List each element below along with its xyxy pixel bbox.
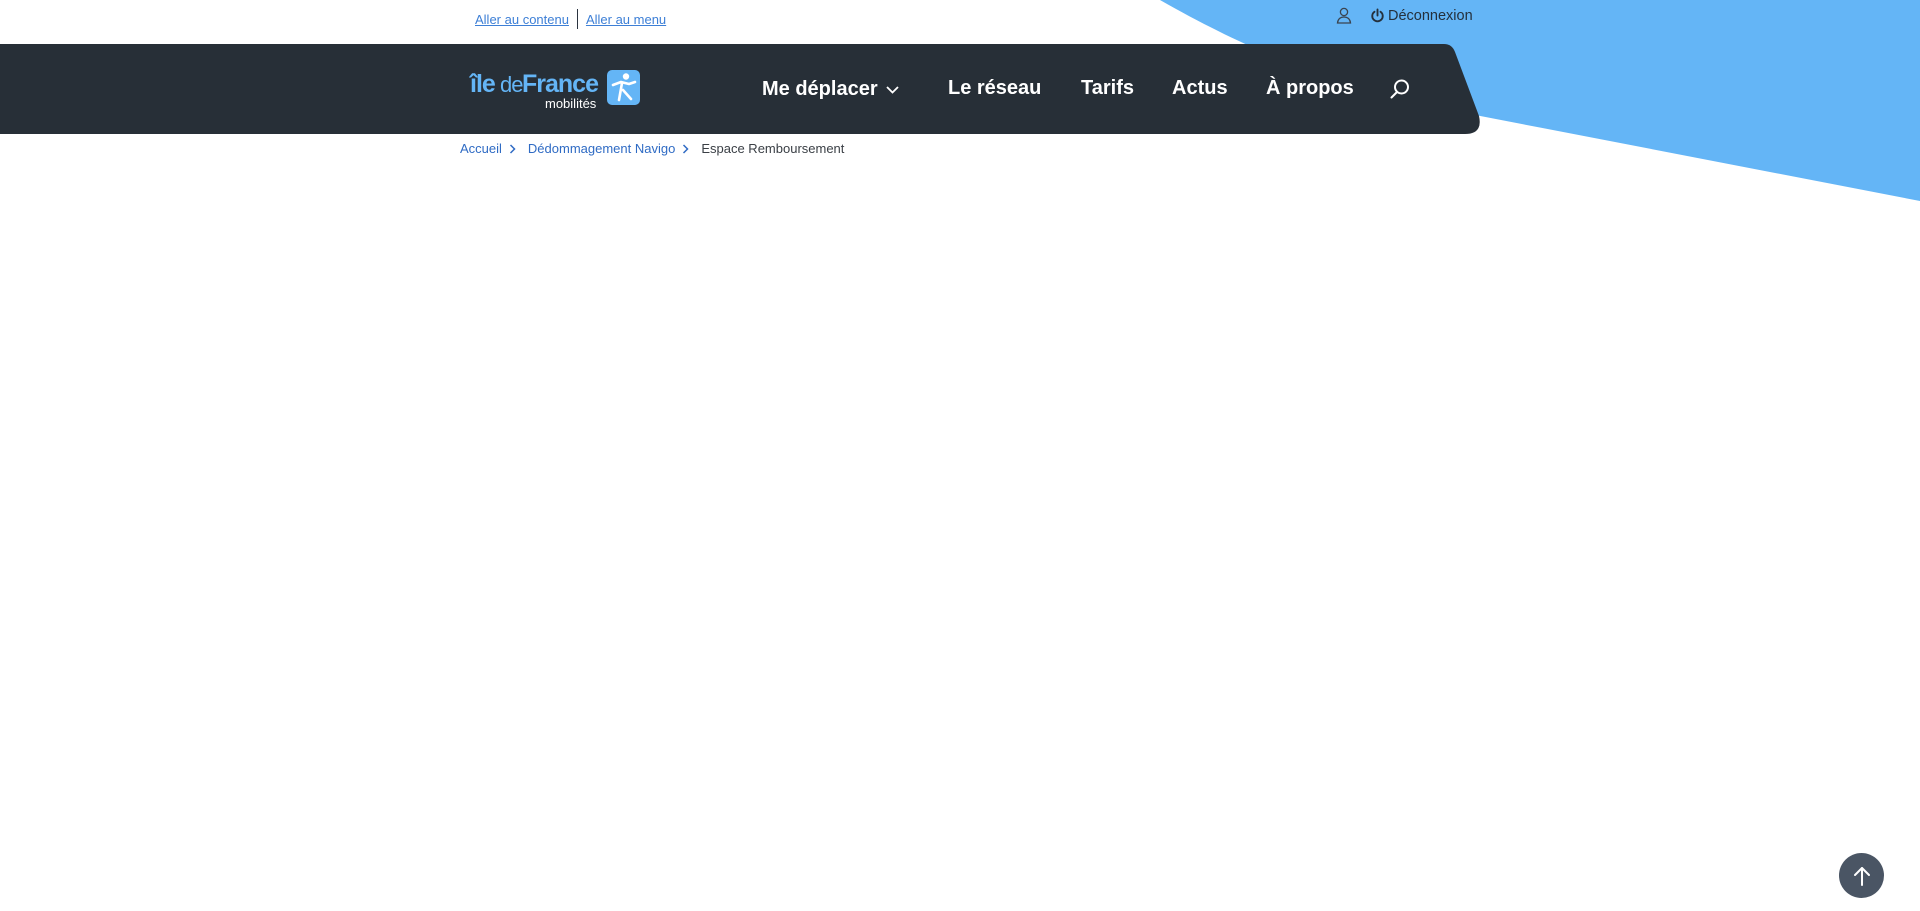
- idf-mobilites-logo[interactable]: île de France mobilités: [470, 70, 642, 112]
- chevron-down-icon: [885, 85, 899, 94]
- skip-links: Aller au contenu Aller au menu: [475, 9, 666, 29]
- search-button[interactable]: [1389, 78, 1411, 105]
- nav-item-label: Le réseau: [948, 77, 1042, 99]
- search-icon: [1390, 79, 1409, 99]
- breadcrumb-link-accueil[interactable]: Accueil: [460, 141, 502, 156]
- breadcrumb: Accueil Dédommagement Navigo Espace Remb…: [460, 141, 844, 156]
- nav-item-label: Actus: [1172, 77, 1228, 99]
- account-area: Déconnexion: [1336, 7, 1473, 24]
- chevron-right-icon: [509, 143, 516, 154]
- user-icon[interactable]: [1336, 7, 1352, 24]
- logo-text-mobilites: mobilités: [545, 96, 597, 111]
- scroll-to-top-button[interactable]: [1839, 853, 1884, 898]
- logo-text-france: France: [522, 70, 599, 98]
- logo-text-ile: île: [470, 70, 496, 98]
- skip-to-menu-link[interactable]: Aller au menu: [586, 12, 666, 27]
- logout-label: Déconnexion: [1388, 7, 1473, 24]
- main-navbar: île de France mobilités Me déplacer Le r…: [0, 44, 1480, 134]
- chevron-right-icon: [682, 143, 689, 154]
- navbar-background: [0, 44, 1480, 134]
- nav-item-label: À propos: [1266, 77, 1354, 99]
- power-icon: [1371, 8, 1384, 23]
- nav-item-label: Me déplacer: [762, 78, 878, 100]
- nav-item-tarifs[interactable]: Tarifs: [1081, 77, 1134, 100]
- skip-to-content-link[interactable]: Aller au contenu: [475, 12, 569, 27]
- nav-item-me-deplacer[interactable]: Me déplacer: [762, 78, 899, 101]
- arrow-up-icon: [1853, 866, 1870, 886]
- nav-item-label: Tarifs: [1081, 77, 1134, 99]
- nav-item-actus[interactable]: Actus: [1172, 77, 1228, 100]
- skip-links-divider: [576, 9, 578, 29]
- breadcrumb-current-page: Espace Remboursement: [701, 141, 845, 156]
- nav-item-le-reseau[interactable]: Le réseau: [948, 77, 1041, 100]
- nav-item-a-propos[interactable]: À propos: [1266, 77, 1354, 100]
- logo-text-de: de: [500, 72, 524, 97]
- traveler-icon: [607, 70, 640, 105]
- breadcrumb-link-dedommagement[interactable]: Dédommagement Navigo: [528, 141, 675, 156]
- logout-button[interactable]: Déconnexion: [1370, 8, 1473, 24]
- background-blue-shape: [1160, 0, 1920, 201]
